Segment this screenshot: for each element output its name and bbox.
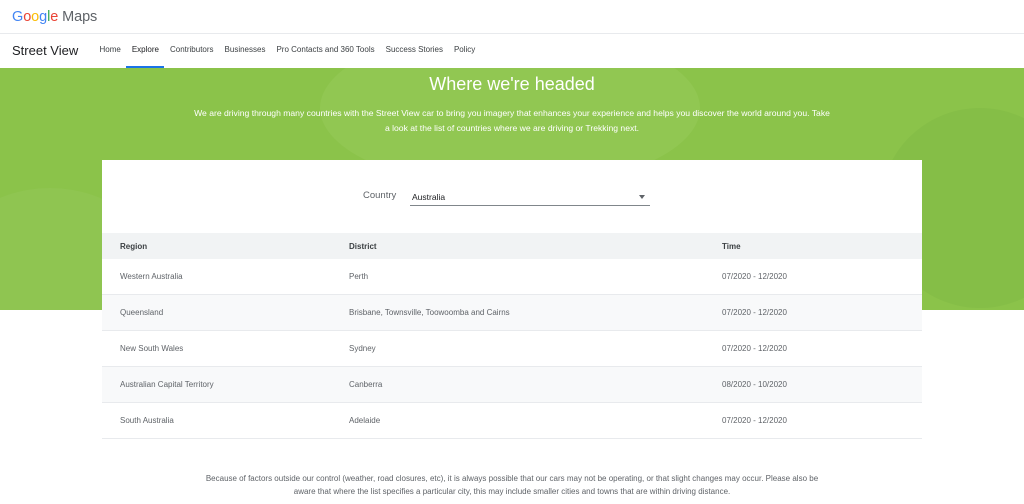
cell-region: New South Wales: [120, 344, 184, 353]
logo-maps-text: Maps: [62, 9, 98, 25]
nav-link-success-stories[interactable]: Success Stories: [380, 34, 448, 68]
cell-time: 07/2020 - 12/2020: [722, 416, 787, 425]
nav-link-contributors[interactable]: Contributors: [164, 34, 219, 68]
nav-link-businesses[interactable]: Businesses: [219, 34, 271, 68]
logo-letter-g: G: [12, 9, 24, 25]
column-header-time: Time: [722, 241, 741, 251]
google-maps-logo[interactable]: Google Maps: [12, 9, 97, 25]
caret-down-icon: [639, 195, 645, 199]
cell-region: South Australia: [120, 416, 174, 425]
nav-bar: Street View Home Explore Contributors Bu…: [0, 34, 1024, 68]
cell-region: Australian Capital Territory: [120, 380, 214, 389]
hero-title: Where we're headed: [429, 74, 595, 94]
table-row: South Australia Adelaide 07/2020 - 12/20…: [102, 403, 922, 439]
schedule-table: Region District Time Western Australia P…: [102, 233, 922, 439]
cell-region: Western Australia: [120, 272, 183, 281]
schedule-card: Country Australia Region District Time W…: [102, 160, 922, 440]
nav-link-explore[interactable]: Explore: [126, 34, 165, 68]
logo-letter-o1: o: [23, 9, 32, 25]
cell-district: Adelaide: [349, 416, 381, 425]
hero-description: We are driving through many countries wi…: [194, 108, 830, 133]
nav-link-home[interactable]: Home: [94, 34, 126, 68]
nav-links: Home Explore Contributors Businesses Pro…: [94, 34, 481, 68]
logo-letter-e: e: [50, 9, 59, 25]
nav-link-pro-contacts[interactable]: Pro Contacts and 360 Tools: [271, 34, 380, 68]
cell-time: 07/2020 - 12/2020: [722, 344, 787, 353]
table-row: Western Australia Perth 07/2020 - 12/202…: [102, 259, 922, 295]
cell-region: Queensland: [120, 308, 164, 317]
country-select-value: Australia: [412, 192, 446, 202]
cell-district: Canberra: [349, 380, 383, 389]
column-header-district: District: [349, 241, 377, 251]
cell-time: 08/2020 - 10/2020: [722, 380, 787, 389]
country-label: Country: [363, 190, 397, 201]
nav-link-policy[interactable]: Policy: [448, 34, 480, 68]
column-header-region: Region: [120, 241, 148, 251]
table-row: Australian Capital Territory Canberra 08…: [102, 367, 922, 403]
top-bar: Google Maps: [0, 0, 1024, 34]
table-row: New South Wales Sydney 07/2020 - 12/2020: [102, 331, 922, 367]
disclaimer-note: Because of factors outside our control (…: [205, 474, 819, 496]
cell-district: Perth: [349, 272, 369, 281]
street-view-brand[interactable]: Street View: [12, 43, 78, 58]
cell-time: 07/2020 - 12/2020: [722, 308, 787, 317]
cell-time: 07/2020 - 12/2020: [722, 272, 787, 281]
table-header: Region District Time: [102, 233, 922, 259]
country-select[interactable]: Australia: [410, 188, 650, 206]
cell-district: Brisbane, Townsville, Toowoomba and Cair…: [349, 308, 510, 317]
logo-letter-g2: g: [39, 9, 48, 25]
cell-district: Sydney: [349, 344, 376, 353]
logo-letter-o2: o: [31, 9, 40, 25]
table-row: Queensland Brisbane, Townsville, Toowoom…: [102, 295, 922, 331]
